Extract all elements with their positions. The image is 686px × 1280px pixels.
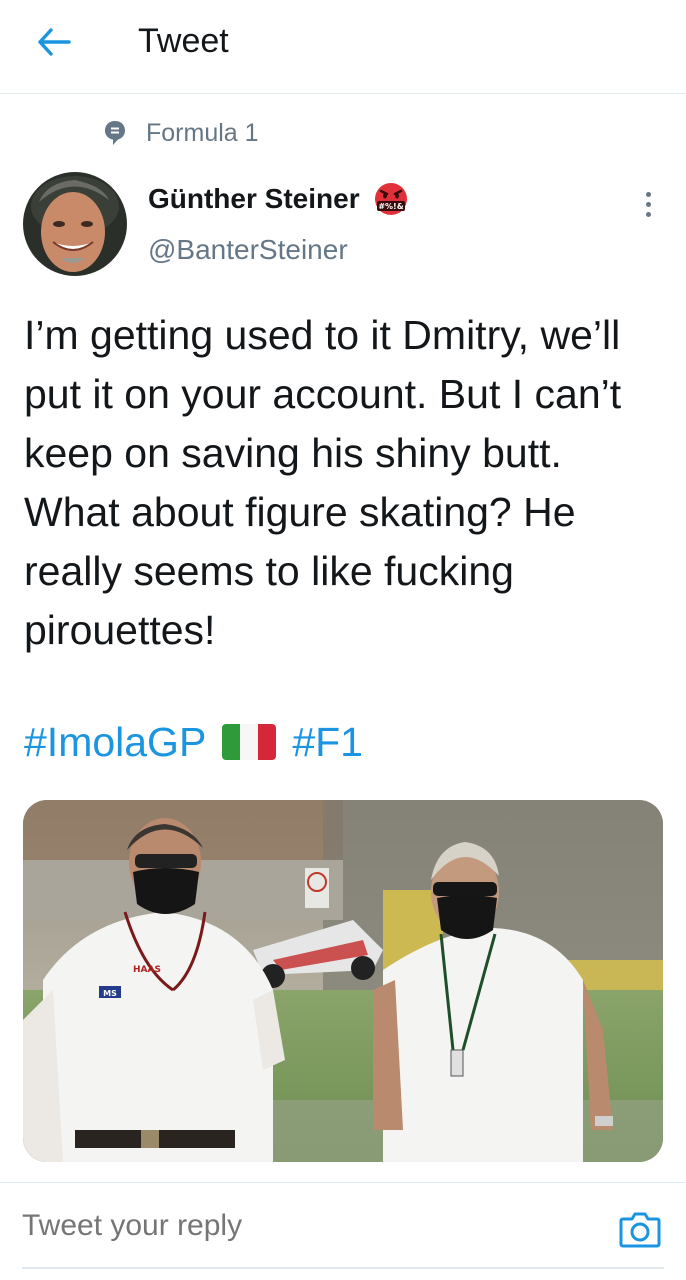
face-with-symbols-on-mouth-icon: #%!& [374, 183, 407, 215]
svg-text:HAAS: HAAS [133, 965, 161, 975]
avatar[interactable] [23, 172, 127, 276]
tweet-page: Tweet Formula 1 Günther Steiner #%!& @Ba… [0, 0, 686, 1280]
author-handle[interactable]: @BanterSteiner [148, 234, 348, 266]
reply-bar [0, 1182, 686, 1280]
topic-icon [105, 121, 125, 145]
more-options-button[interactable] [636, 184, 660, 224]
back-button[interactable] [30, 20, 78, 64]
author-name-text: Günther Steiner [148, 183, 360, 214]
dot [645, 191, 651, 197]
camera-icon [619, 1212, 661, 1248]
arrow-left-icon [38, 28, 71, 56]
dot [645, 211, 651, 217]
hashtag-imolagp[interactable]: #ImolaGP [24, 719, 206, 766]
reply-input[interactable] [22, 1209, 582, 1243]
hashtag-line: #ImolaGP #F1 [24, 712, 363, 772]
svg-text:#%!&: #%!& [378, 202, 403, 211]
author-name[interactable]: Günther Steiner #%!& [148, 182, 410, 216]
italy-flag-icon [222, 724, 277, 760]
camera-button[interactable] [618, 1207, 662, 1251]
topic-context[interactable]: Formula 1 [104, 118, 259, 148]
topic-label: Formula 1 [146, 118, 259, 147]
tweet-photo[interactable]: MS HAAS [23, 800, 663, 1162]
svg-text:MS: MS [103, 989, 117, 998]
tweet-text: I’m getting used to it Dmitry, we’ll put… [24, 312, 622, 653]
page-title: Tweet [138, 22, 229, 60]
hashtag-f1[interactable]: #F1 [292, 719, 363, 766]
top-bar: Tweet [0, 0, 686, 94]
reply-underline [22, 1267, 664, 1269]
dot [645, 201, 651, 207]
